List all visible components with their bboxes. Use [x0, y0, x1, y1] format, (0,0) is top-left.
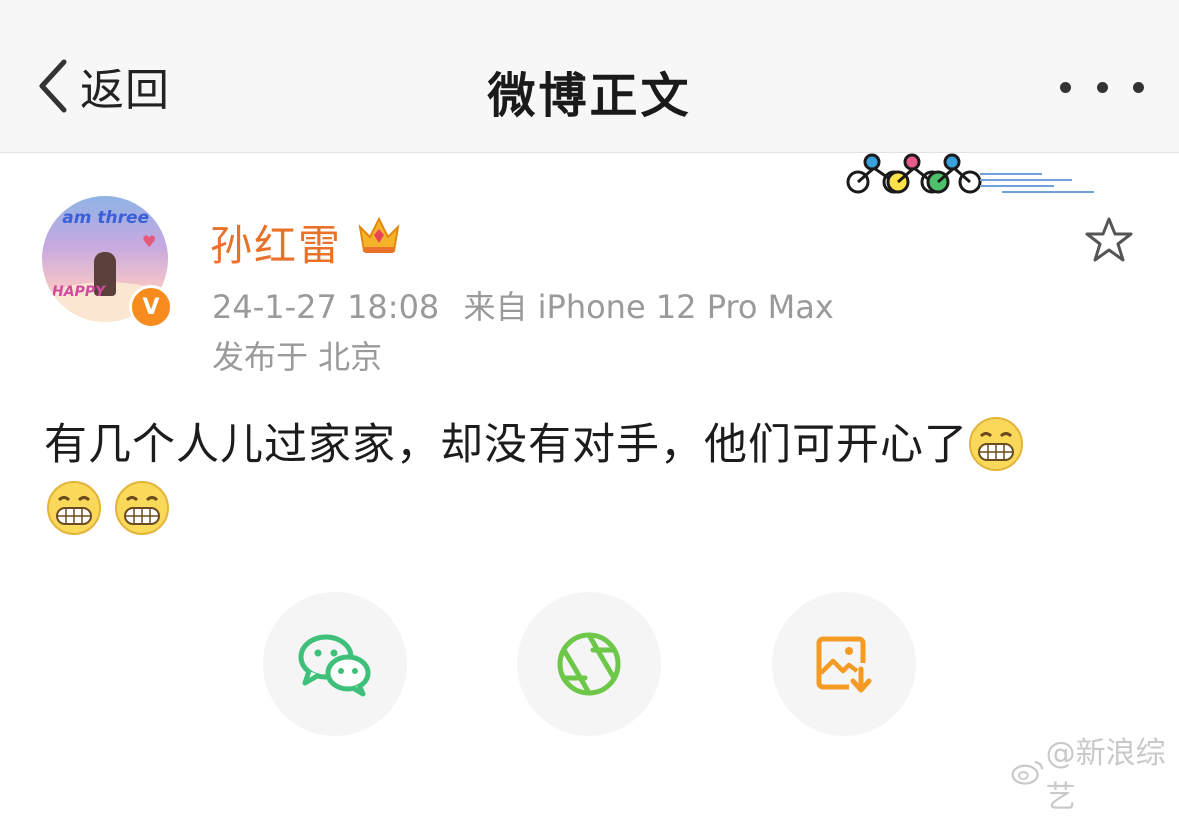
heart-icon: ♥ — [142, 232, 157, 251]
more-dot-icon — [1060, 81, 1071, 93]
top-nav-bar: 返回 微博正文 — [0, 0, 1179, 153]
speed-lines — [980, 173, 1094, 193]
more-dot-icon — [1133, 81, 1144, 93]
bike-rider-sticker — [926, 153, 982, 194]
avatar-text: I am three — [50, 208, 150, 228]
grin-emoji-icon — [47, 481, 101, 535]
post-body: 有几个人儿过家家，却没有对手，他们可开心了 — [44, 412, 1144, 478]
share-moments-button[interactable] — [517, 592, 661, 736]
post-meta: 24-1-27 18:08 来自 iPhone 12 Pro Max — [212, 282, 834, 328]
post-date: 24-1-27 18:08 — [212, 288, 440, 326]
share-wechat-button[interactable] — [263, 592, 407, 736]
more-options-button[interactable] — [1060, 70, 1144, 104]
weibo-logo-icon — [1011, 761, 1044, 785]
page-title: 微博正文 — [487, 68, 692, 124]
moments-icon — [557, 632, 621, 696]
grin-emoji-icon — [969, 416, 1023, 471]
author-name[interactable]: 孙红雷 — [210, 212, 342, 273]
save-image-button[interactable] — [772, 592, 916, 736]
watermark: @新浪综艺 — [1010, 728, 1179, 816]
crown-icon — [358, 216, 400, 253]
avatar-caption: HAPPY — [52, 284, 106, 300]
grin-emoji-icon — [115, 481, 169, 535]
verified-badge: V — [129, 285, 173, 329]
watermark-text: @新浪综艺 — [1045, 736, 1166, 815]
emoji-row — [46, 480, 170, 536]
post-source: 来自 iPhone 12 Pro Max — [463, 288, 834, 326]
more-dot-icon — [1096, 81, 1108, 93]
favorite-star-icon[interactable] — [1084, 216, 1134, 264]
card-decoration — [846, 153, 1094, 194]
wechat-icon — [298, 634, 371, 697]
post-text: 有几个人儿过家家，却没有对手，他们可开心了 — [44, 420, 968, 470]
post-location: 发布于 北京 — [212, 338, 383, 376]
save-image-icon — [816, 636, 872, 693]
